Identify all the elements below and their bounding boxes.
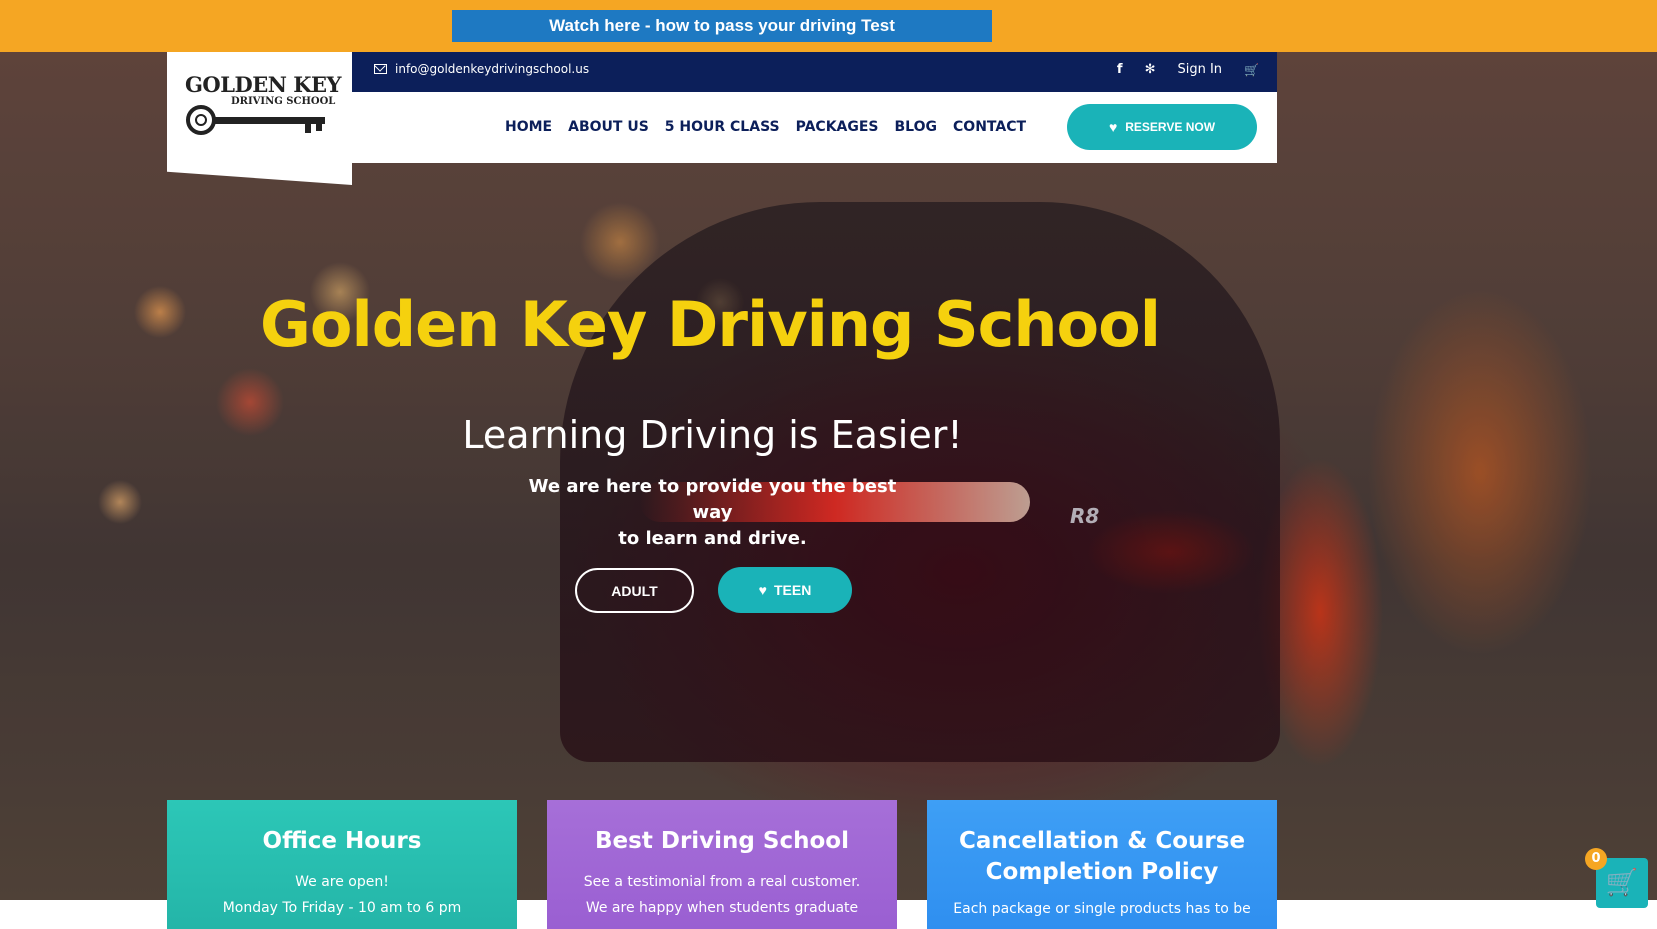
card-text: See a testimonial from a real customer. <box>583 874 861 890</box>
envelope-icon <box>374 64 387 74</box>
card-text: Monday To Friday - 10 am to 6 pm <box>222 900 462 916</box>
announcement-bar: Watch here - how to pass your driving Te… <box>0 0 1657 52</box>
cart-count-badge: 0 <box>1585 848 1607 870</box>
nav-5-hour-class[interactable]: 5 HOUR CLASS <box>665 119 780 135</box>
card-title-line2: Completion Policy <box>985 859 1219 885</box>
cart-icon: 🛒 <box>1605 868 1639 898</box>
adult-button[interactable]: ADULT <box>575 568 694 613</box>
nav-home[interactable]: HOME <box>505 119 552 135</box>
nav-contact[interactable]: CONTACT <box>953 119 1026 135</box>
card-text: Each package or single products has to b… <box>953 901 1251 917</box>
hero-description: We are here to provide you the best way … <box>510 474 915 552</box>
logo-title: GOLDEN KEY <box>185 72 341 97</box>
card-title: Cancellation & Course Completion Policy <box>927 826 1277 888</box>
card-title: Best Driving School <box>595 828 849 854</box>
email-link[interactable]: info@goldenkeydrivingschool.us <box>374 62 589 76</box>
heart-icon: ♥ <box>1108 119 1118 135</box>
site-logo[interactable]: GOLDEN KEY DRIVING SCHOOL <box>167 52 352 185</box>
heart-icon: ♥ <box>758 582 767 598</box>
nav-blog[interactable]: BLOG <box>895 119 938 135</box>
info-bar: info@goldenkeydrivingschool.us f ✻ Sign … <box>352 52 1277 92</box>
watch-video-button[interactable]: Watch here - how to pass your driving Te… <box>452 10 992 42</box>
nav-about-us[interactable]: ABOUT US <box>568 119 649 135</box>
sign-in-link[interactable]: Sign In <box>1177 62 1222 77</box>
main-navbar: HOME ABOUT US 5 HOUR CLASS PACKAGES BLOG… <box>352 92 1277 163</box>
office-hours-card: Office Hours We are open! Monday To Frid… <box>167 800 517 929</box>
header: info@goldenkeydrivingschool.us f ✻ Sign … <box>352 52 1277 163</box>
cancellation-policy-card: Cancellation & Course Completion Policy … <box>927 800 1277 929</box>
best-driving-school-card: Best Driving School See a testimonial fr… <box>547 800 897 929</box>
hero-description-line1: We are here to provide you the best way <box>528 476 897 523</box>
key-icon <box>186 105 325 135</box>
card-text: We are happy when students graduate <box>585 900 859 916</box>
card-title: Office Hours <box>262 828 422 854</box>
card-title-line1: Cancellation & Course <box>958 828 1246 854</box>
reserve-now-label: RESERVE NOW <box>1125 120 1216 134</box>
cart-icon[interactable]: 🛒 <box>1244 63 1259 77</box>
hero-subtitle: Learning Driving is Easier! <box>462 413 963 457</box>
reserve-now-button[interactable]: ♥ RESERVE NOW <box>1067 104 1257 150</box>
card-text: We are open! <box>295 874 389 890</box>
social-links: f ✻ Sign In 🛒 <box>1117 62 1259 77</box>
nav-packages[interactable]: PACKAGES <box>796 119 879 135</box>
hero-description-line2: to learn and drive. <box>618 528 807 549</box>
hero-title: Golden Key Driving School <box>260 288 1161 361</box>
main-menu: HOME ABOUT US 5 HOUR CLASS PACKAGES BLOG… <box>505 119 1026 135</box>
email-text: info@goldenkeydrivingschool.us <box>395 62 590 76</box>
teen-button[interactable]: ♥ TEEN <box>718 567 852 613</box>
facebook-icon[interactable]: f <box>1117 62 1123 77</box>
yelp-icon[interactable]: ✻ <box>1145 62 1156 77</box>
teen-label: TEEN <box>773 582 812 598</box>
